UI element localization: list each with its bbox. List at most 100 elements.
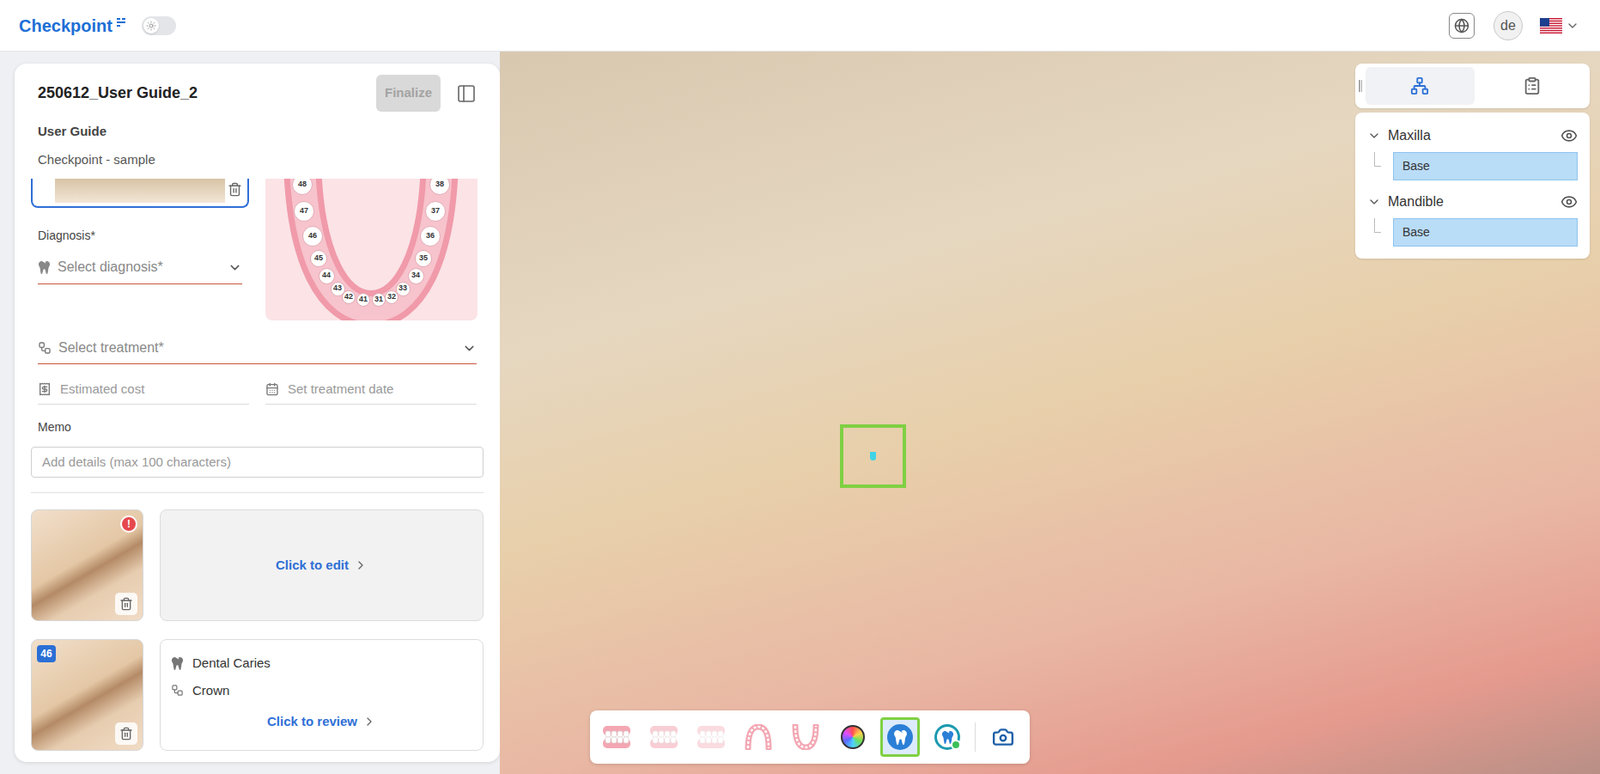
expand-icon[interactable] xyxy=(1367,128,1381,143)
language-dropdown[interactable] xyxy=(1539,18,1580,34)
lower-arch-icon xyxy=(791,723,820,750)
calendar-icon xyxy=(265,382,280,396)
tooth[interactable]: 34 xyxy=(407,267,425,285)
toolbar-button[interactable] xyxy=(983,717,1023,757)
expand-icon[interactable] xyxy=(1367,194,1381,209)
finding-thumbnail[interactable]: ! xyxy=(30,509,144,621)
layer-item[interactable]: Base xyxy=(1393,218,1578,247)
toolbar-button[interactable] xyxy=(691,717,731,757)
receipt-icon xyxy=(37,382,52,396)
tooth[interactable]: 41 xyxy=(356,292,371,307)
toolbar-button[interactable] xyxy=(596,717,637,757)
toolbar-button[interactable] xyxy=(880,717,920,757)
toolbar-button[interactable] xyxy=(644,717,684,757)
tooth[interactable]: 33 xyxy=(395,281,411,297)
toolbar-divider xyxy=(974,722,976,752)
edit-finding-box[interactable]: Click to edit xyxy=(159,509,484,621)
toolbar-button[interactable] xyxy=(927,717,968,757)
chevron-down-icon xyxy=(1565,18,1580,33)
tooth[interactable]: 42 xyxy=(341,290,356,305)
theme-toggle[interactable] xyxy=(141,16,177,36)
color-wheel-icon xyxy=(840,724,865,749)
finding-thumbnail[interactable]: 46 xyxy=(30,638,144,751)
diagnosis-select[interactable]: Select diagnosis* xyxy=(37,256,243,285)
group-name: Mandible xyxy=(1387,191,1561,213)
jaws-icon xyxy=(602,723,632,750)
jaws-icon xyxy=(696,723,726,750)
finalize-button[interactable]: Finalize xyxy=(376,74,441,112)
scan-view[interactable]: Maxilla Base Mandible Base xyxy=(499,51,1600,774)
tooth-check-icon xyxy=(934,723,961,750)
model-group: Mandible Base xyxy=(1367,188,1578,247)
layer-item[interactable]: Base xyxy=(1393,152,1578,181)
case-title: 250612_User Guide_2 xyxy=(37,81,377,105)
tooth[interactable]: 36 xyxy=(419,225,441,247)
warning-badge: ! xyxy=(120,515,138,533)
image-card[interactable] xyxy=(30,178,250,208)
model-panel-tab[interactable] xyxy=(1365,66,1475,105)
selection-marker[interactable] xyxy=(839,424,907,488)
toolbar-button[interactable] xyxy=(833,717,873,757)
trash-icon xyxy=(119,726,134,741)
tooth-icon xyxy=(37,261,51,274)
tooth[interactable]: 35 xyxy=(414,249,432,268)
chevron-right-icon xyxy=(362,714,377,729)
model-panel-tabs xyxy=(1355,63,1590,109)
date-field[interactable]: Set treatment date xyxy=(265,379,477,405)
top-bar: Checkpoint de xyxy=(0,0,1600,52)
model-panel-tab[interactable] xyxy=(1478,66,1588,105)
chevron-right-icon xyxy=(353,558,368,572)
treatment-text: Crown xyxy=(192,681,230,701)
group-name: Maxilla xyxy=(1387,125,1561,147)
tooth-icon xyxy=(170,657,184,670)
delete-button[interactable] xyxy=(115,722,138,745)
trash-icon xyxy=(119,596,134,611)
finding-summary[interactable]: Dental Caries Crown Click to review xyxy=(159,638,484,751)
report-icon xyxy=(1522,76,1542,96)
tooth[interactable]: 45 xyxy=(310,249,328,268)
memo-label: Memo xyxy=(37,418,484,437)
toolbar-button[interactable] xyxy=(738,717,779,757)
tooth[interactable]: 47 xyxy=(293,200,315,222)
tooth[interactable]: 31 xyxy=(371,292,386,307)
cost-field[interactable]: Estimated cost xyxy=(37,379,250,405)
delete-button[interactable] xyxy=(115,592,138,615)
toolbar-button[interactable] xyxy=(785,717,826,757)
model-group: Maxilla Base xyxy=(1367,122,1578,181)
view-toolbar xyxy=(590,710,1030,764)
treatment-icon xyxy=(170,683,184,697)
memo-input[interactable]: Add details (max 100 characters) xyxy=(30,446,484,478)
app: Checkpoint de 250612_User Guide_2Finalize U… xyxy=(0,0,1600,774)
tooth-number-badge: 46 xyxy=(36,644,56,663)
tooth[interactable]: 44 xyxy=(318,267,335,285)
finding-card[interactable]: 46 Dental Caries Crown Click to review xyxy=(30,638,484,751)
tooth[interactable]: 46 xyxy=(302,225,323,247)
jaws-icon xyxy=(649,723,679,750)
tooth-chart: 48474645444342413132333435363738 xyxy=(265,178,478,321)
trash-icon[interactable] xyxy=(227,182,243,197)
review-link[interactable]: Click to review xyxy=(170,711,473,732)
layers-tree-icon xyxy=(1410,76,1430,96)
case-panel: 250612_User Guide_2Finalize User Guide Che… xyxy=(14,63,500,762)
marker-point-icon xyxy=(869,451,877,461)
model-tree: Maxilla Base Mandible Base xyxy=(1355,112,1590,259)
case-description: Checkpoint - sample xyxy=(37,150,477,171)
globe-icon xyxy=(1453,18,1470,34)
user-avatar[interactable]: de xyxy=(1493,11,1523,41)
finding-card[interactable]: ! Click to edit xyxy=(30,509,484,621)
visibility-icon[interactable] xyxy=(1560,193,1578,211)
camera-icon xyxy=(991,725,1015,749)
tooth[interactable]: 37 xyxy=(425,200,446,222)
treatment-select[interactable]: Select treatment* xyxy=(37,337,477,365)
panel-toggle-icon[interactable] xyxy=(456,83,477,104)
case-subtitle: User Guide xyxy=(37,121,477,142)
sun-icon xyxy=(146,20,157,31)
upper-arch-icon xyxy=(744,723,773,750)
diagnosis-text: Dental Caries xyxy=(192,653,271,674)
language-settings-button[interactable] xyxy=(1448,12,1475,39)
treatment-icon xyxy=(37,340,52,355)
case-content: Diagnosis*Select diagnosis*4847464544434… xyxy=(14,178,500,762)
logo[interactable]: Checkpoint xyxy=(18,12,127,39)
logo-mark-icon xyxy=(115,17,127,28)
visibility-icon[interactable] xyxy=(1560,127,1578,145)
